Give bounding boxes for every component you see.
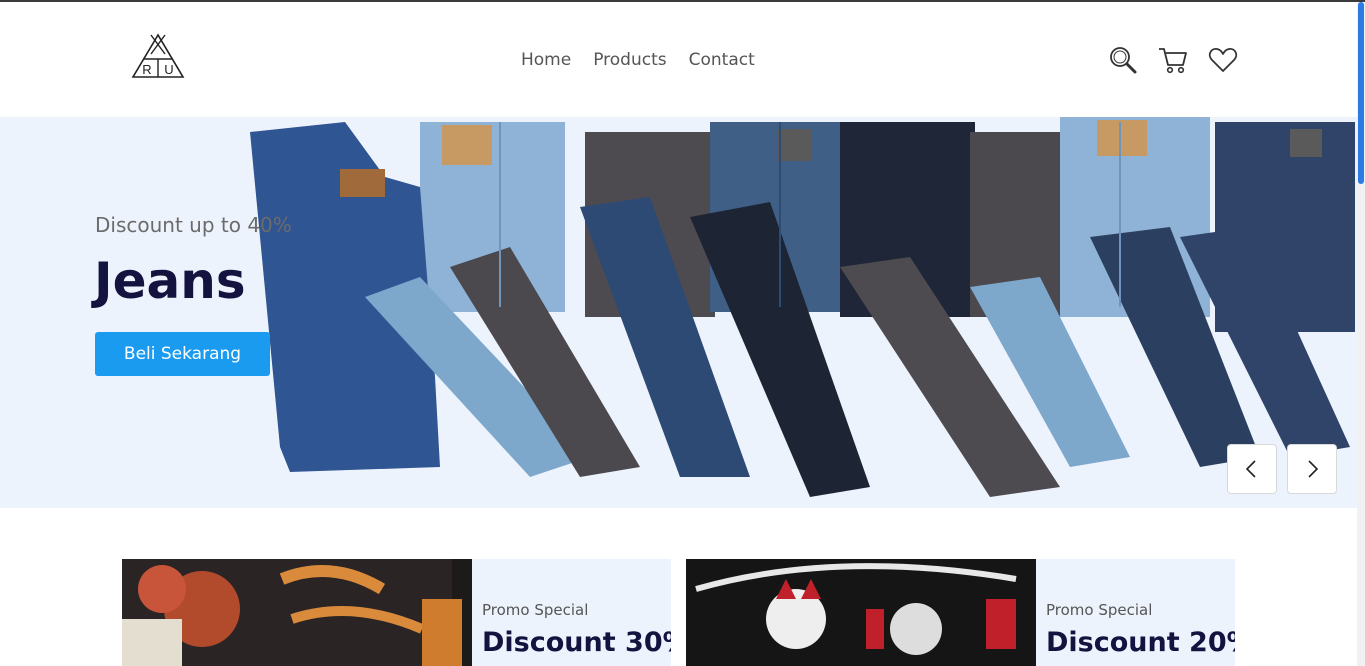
heart-icon[interactable]: [1208, 45, 1238, 75]
promo-label: Promo Special: [1046, 601, 1153, 619]
promo-discount: Discount 30%: [482, 627, 671, 658]
hero-carousel: Discount up to 40% Jeans Beli Sekarang: [0, 117, 1357, 508]
promo-image-kitsune-shirt: [686, 559, 1036, 666]
hero-title: Jeans: [94, 252, 246, 310]
logo-letter-r: R: [142, 62, 151, 77]
search-icon[interactable]: [1108, 45, 1138, 75]
hero-subtitle: Discount up to 40%: [95, 213, 292, 237]
chevron-right-icon: [1308, 460, 1319, 478]
logo-letter-u: U: [164, 62, 173, 77]
carousel-prev-button[interactable]: [1227, 444, 1277, 494]
promo-image-homerun-shirt: [122, 559, 472, 666]
nav-icon-group: [1108, 45, 1238, 75]
brand-logo[interactable]: R U: [131, 32, 185, 80]
jeans-banner-image: [250, 117, 1355, 497]
buy-now-button[interactable]: Beli Sekarang: [95, 332, 270, 376]
navbar: R U Home Products Contact: [0, 2, 1357, 117]
nav-link-contact[interactable]: Contact: [689, 50, 755, 70]
page-scrollbar-thumb[interactable]: [1358, 2, 1364, 184]
promo-label: Promo Special: [482, 601, 589, 619]
cart-icon[interactable]: [1158, 45, 1188, 75]
main-nav: Home Products Contact: [521, 50, 755, 70]
promo-card-2[interactable]: Promo Special Discount 20%: [686, 559, 1235, 666]
nav-link-home[interactable]: Home: [521, 50, 571, 70]
promo-discount: Discount 20%: [1046, 627, 1235, 658]
nav-link-products[interactable]: Products: [593, 50, 666, 70]
carousel-next-button[interactable]: [1287, 444, 1337, 494]
chevron-left-icon: [1245, 460, 1256, 478]
promo-card-1[interactable]: Promo Special Discount 30%: [122, 559, 671, 666]
